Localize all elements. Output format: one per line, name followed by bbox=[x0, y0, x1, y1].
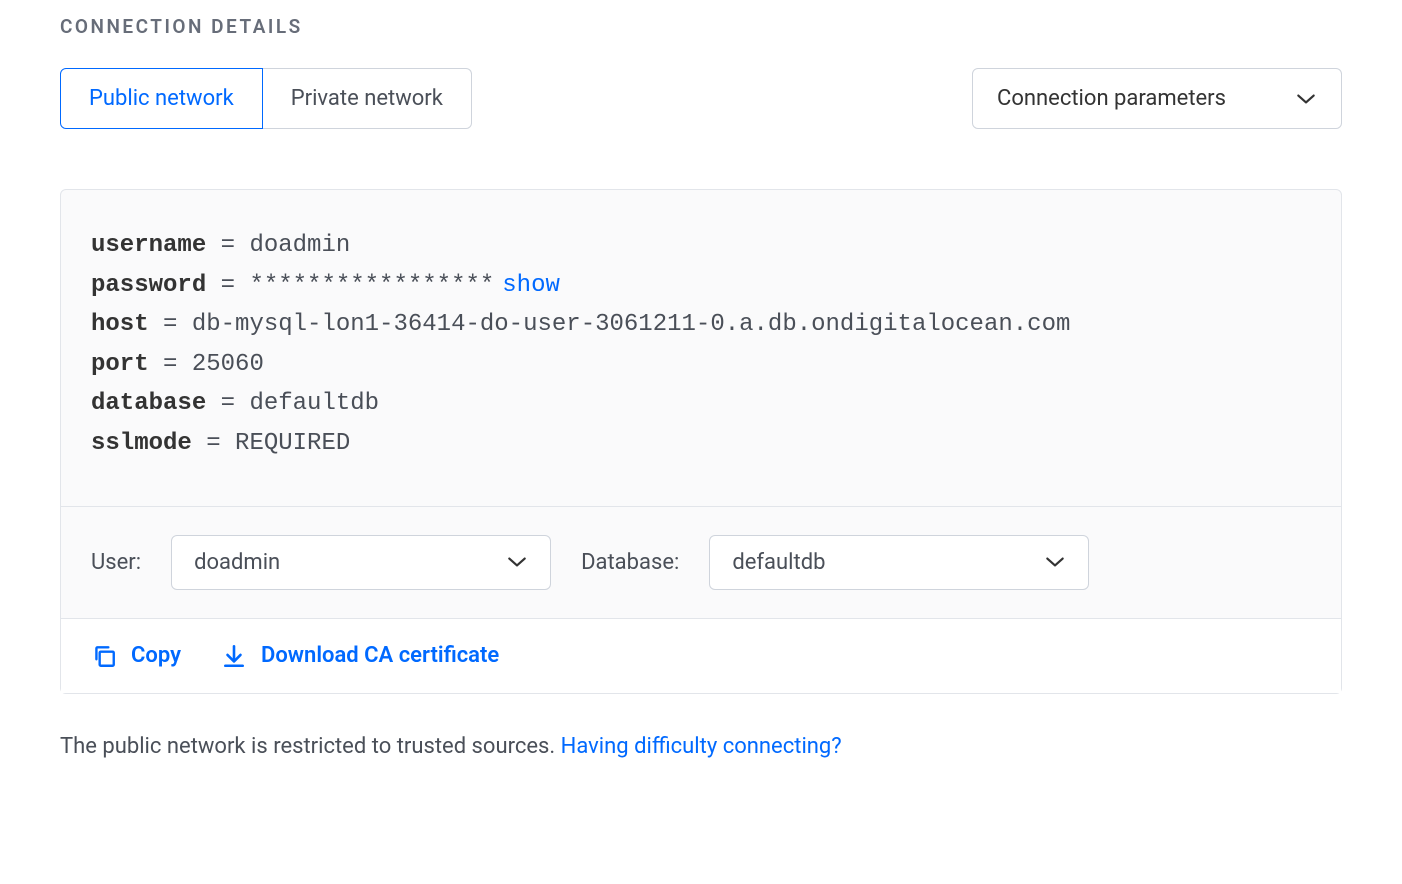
copy-button[interactable]: Copy bbox=[91, 643, 181, 669]
chevron-down-icon bbox=[506, 556, 528, 568]
download-ca-button[interactable]: Download CA certificate bbox=[221, 643, 499, 669]
user-selector-dropdown[interactable]: doadmin bbox=[171, 535, 551, 590]
footer-text: The public network is restricted to trus… bbox=[60, 734, 1342, 759]
copy-icon bbox=[91, 643, 117, 669]
actions-row: Copy Download CA certificate bbox=[61, 618, 1341, 693]
connection-help-link[interactable]: Having difficulty connecting? bbox=[561, 734, 842, 759]
database-selector-value: defaultdb bbox=[732, 550, 825, 575]
tab-private-network[interactable]: Private network bbox=[263, 68, 472, 129]
show-password-link[interactable]: show bbox=[502, 272, 560, 299]
database-selector-label: Database: bbox=[581, 550, 679, 575]
section-title: CONNECTION DETAILS bbox=[60, 15, 1342, 38]
tab-public-network[interactable]: Public network bbox=[60, 68, 263, 129]
param-database: database = defaultdb bbox=[91, 384, 1311, 424]
database-selector-dropdown[interactable]: defaultdb bbox=[709, 535, 1089, 590]
param-port: port = 25060 bbox=[91, 345, 1311, 385]
user-selector-value: doadmin bbox=[194, 550, 280, 575]
chevron-down-icon bbox=[1295, 93, 1317, 105]
download-icon bbox=[221, 643, 247, 669]
controls-row: Public network Private network Connectio… bbox=[60, 68, 1342, 129]
network-tab-group: Public network Private network bbox=[60, 68, 472, 129]
selectors-row: User: doadmin Database: defaultdb bbox=[61, 506, 1341, 618]
user-selector-label: User: bbox=[91, 550, 141, 575]
connection-view-dropdown[interactable]: Connection parameters bbox=[972, 68, 1342, 129]
dropdown-selected-label: Connection parameters bbox=[997, 86, 1226, 111]
copy-label: Copy bbox=[131, 643, 181, 668]
connection-parameters-code: username = doadmin password = **********… bbox=[61, 190, 1341, 506]
connection-details-box: username = doadmin password = **********… bbox=[60, 189, 1342, 694]
chevron-down-icon bbox=[1044, 556, 1066, 568]
param-username: username = doadmin bbox=[91, 226, 1311, 266]
param-sslmode: sslmode = REQUIRED bbox=[91, 424, 1311, 464]
param-host: host = db-mysql-lon1-36414-do-user-30612… bbox=[91, 305, 1311, 345]
download-ca-label: Download CA certificate bbox=[261, 643, 499, 668]
param-password: password = *****************show bbox=[91, 266, 1311, 306]
